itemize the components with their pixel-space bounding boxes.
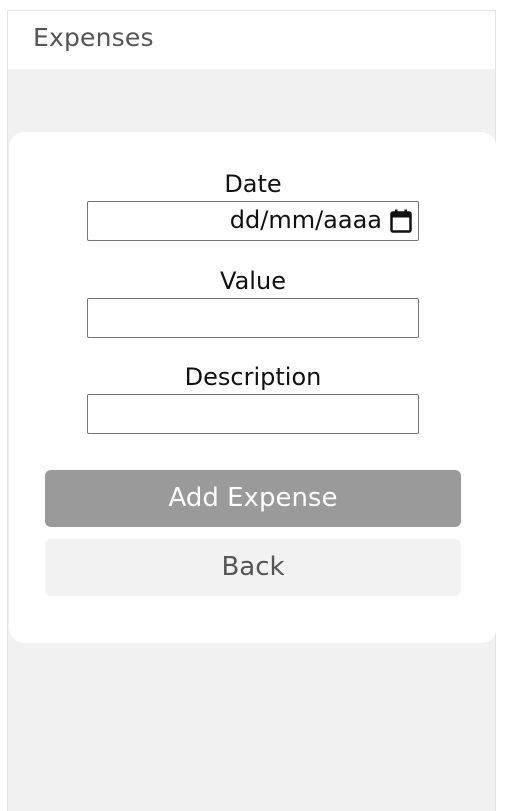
calendar-icon[interactable] xyxy=(390,209,412,233)
app-container: Expenses Date dd/mm/aaaa Value Descripti… xyxy=(7,10,497,811)
value-input[interactable] xyxy=(87,298,419,338)
description-label: Description xyxy=(184,363,322,391)
back-button[interactable]: Back xyxy=(45,539,461,596)
date-input[interactable]: dd/mm/aaaa xyxy=(87,201,419,241)
description-input[interactable] xyxy=(87,394,419,434)
header-bar: Expenses xyxy=(8,11,495,69)
expense-form-card: Date dd/mm/aaaa Value Description Add Ex… xyxy=(9,132,497,643)
page-title: Expenses xyxy=(33,23,154,52)
add-expense-button[interactable]: Add Expense xyxy=(45,470,461,527)
date-label: Date xyxy=(224,170,282,198)
value-label: Value xyxy=(220,267,286,295)
date-placeholder: dd/mm/aaaa xyxy=(229,206,382,234)
